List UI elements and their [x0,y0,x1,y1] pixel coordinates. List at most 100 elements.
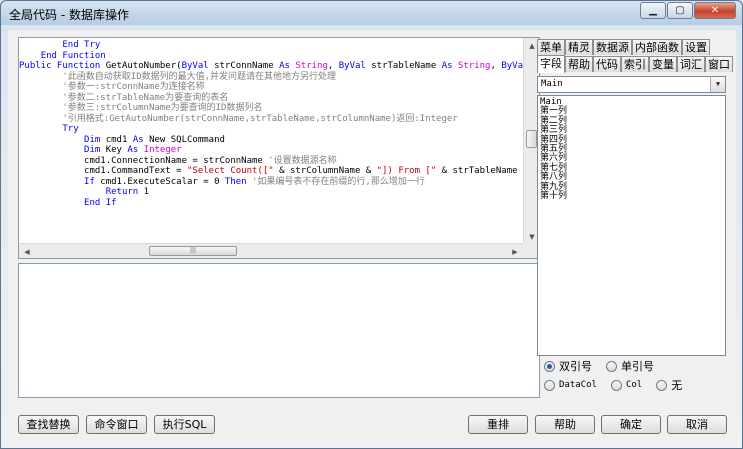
list-item[interactable]: 第七列 [540,163,725,173]
code-line[interactable]: Dim Key As Integer [19,145,523,156]
code-line[interactable]: End Try [19,40,523,51]
code-line[interactable]: Public Function GetAutoNumber( ByVal strC… [19,61,523,72]
code-token: cmd1.ExecuteScalar = 0 [100,176,225,187]
table-select[interactable]: Main ▼ [537,76,726,93]
code-token: End If [84,197,117,208]
exec-sql-button[interactable]: 执行SQL [154,415,215,434]
horizontal-scroll-thumb[interactable]: ||| [149,246,237,256]
ok-button[interactable]: 确定 [601,415,661,434]
list-item[interactable]: 第五列 [540,144,725,154]
code-line[interactable]: cmd1.CommandText = "Select Count([" & st… [19,166,523,177]
radio-on-icon[interactable] [544,360,555,372]
code-token: GetAutoNumber( [105,61,182,71]
vertical-scroll-thumb[interactable] [526,130,537,148]
code-token: Return [105,187,144,197]
chevron-down-icon[interactable]: ▼ [710,77,725,92]
list-item[interactable]: 第三列 [540,125,725,135]
tab-4[interactable]: 索引 [621,56,649,72]
code-token: cmd1.CommandText = [84,166,187,176]
code-line[interactable]: If cmd1.ExecuteScalar = 0 Then '如果编号表不存在… [19,177,523,188]
tab-3[interactable]: 代码 [593,56,621,72]
command-window-button[interactable]: 命令窗口 [86,415,147,434]
list-item[interactable]: 第九列 [540,182,725,192]
code-token: Integer [143,145,182,155]
tab-1[interactable]: 菜单 [537,39,565,55]
code-token: & strTableName & [441,166,523,176]
code-token: End Try [62,40,101,50]
radio-off-icon[interactable] [610,379,622,391]
code-line[interactable]: '此函数自动获取ID数据列的最大值,并发问题请在其他地方另行处理 [19,72,523,83]
list-item[interactable]: 第六列 [540,154,725,164]
code-text[interactable]: End Try End Function Public Function GetA… [19,38,523,244]
code-line[interactable]: Try [19,124,523,135]
radio-off-icon[interactable] [606,360,617,372]
output-pane[interactable] [18,263,540,398]
radio-double-quote[interactable]: 双引号 [544,358,592,374]
code-token: Then [224,176,253,187]
radio-none[interactable]: 无 [656,377,682,393]
tab-5[interactable]: 设置 [682,39,710,55]
code-line[interactable]: '参数一:strConnName为连接名称 [19,82,523,93]
close-icon: ✕ [710,5,720,16]
code-token: '参数三:strColumnName为要查询的ID数据列名 [62,103,263,113]
code-token: cmd1.ConnectionName = strConnName [84,155,269,166]
code-line[interactable]: '参数三:strColumnName为要查询的ID数据列名 [19,103,523,114]
radio-datacol[interactable]: DataCol [544,379,597,391]
scroll-right-icon[interactable]: ▶ [507,244,523,258]
minimize-button[interactable]: ▁ [640,2,666,19]
radio-off-icon[interactable] [656,379,668,391]
field-list[interactable]: Main 第一列 第二列 第三列 第四列 第五列 第六列 第七列 第八列 第九列 第十列 [537,95,726,356]
tab-4[interactable]: 内部函数 [632,39,682,55]
code-line[interactable]: '引用格式:GetAutoNumber(strConnName,strTable… [19,114,523,125]
code-token: cmd1 [105,134,133,145]
code-token: "Select Count([" [186,166,274,176]
code-editor[interactable]: End Try End Function Public Function GetA… [18,37,540,259]
tab-1[interactable]: 字段 [537,55,565,73]
tab-2[interactable]: 精灵 [565,39,593,55]
cancel-button[interactable]: 取消 [667,415,727,434]
list-item[interactable]: 第八列 [540,172,725,182]
list-item[interactable]: 第四列 [540,135,725,145]
code-token: '设置数据源名称 [268,155,337,166]
tab-3[interactable]: 数据源 [593,39,632,55]
code-token: String [295,61,328,71]
quote-options: 双引号 单引号 [544,358,668,374]
code-token: ByVal [338,61,372,71]
maximize-icon: ▢ [675,5,685,16]
code-token: '参数一:strConnName为连接名称 [62,82,205,92]
list-item[interactable]: 第十列 [540,191,725,201]
scroll-left-icon[interactable]: ◀ [19,244,35,258]
tab-7[interactable]: 窗口 [705,56,733,72]
code-token: Public Function [19,61,106,71]
reformat-button[interactable]: 重排 [468,415,528,434]
code-line[interactable]: cmd1.ConnectionName = strConnName '设置数据源… [19,156,523,167]
code-line[interactable]: '参数二:strTableName为要查询的表名 [19,93,523,104]
horizontal-scrollbar[interactable]: ◀ ||| ▶ [19,243,523,258]
code-line[interactable]: Return 1 [19,187,523,198]
radio-off-icon[interactable] [544,379,555,391]
list-item[interactable]: 第一列 [540,106,725,116]
list-item[interactable]: Main [540,97,725,107]
close-button[interactable]: ✕ [694,2,736,19]
tab-5[interactable]: 变量 [649,56,677,72]
radio-single-quote[interactable]: 单引号 [606,358,654,374]
title-bar[interactable]: 全局代码 - 数据库操作 ▁ ▢ ✕ [1,1,742,25]
code-line[interactable]: Dim cmd1 As New SQLCommand [19,135,523,146]
code-token: strConnName [214,61,280,71]
code-token: As [132,134,150,145]
tab-2[interactable]: 帮助 [565,56,593,72]
code-line[interactable]: End If [19,198,523,209]
list-item[interactable]: 第二列 [540,116,725,126]
tab-6[interactable]: 词汇 [677,56,705,72]
help-button[interactable]: 帮助 [535,415,595,434]
code-line[interactable]: End Function [19,51,523,62]
maximize-button[interactable]: ▢ [667,2,693,19]
find-replace-button[interactable]: 查找替换 [18,415,79,434]
code-token: '引用格式:GetAutoNumber(strConnName,strTable… [62,113,458,124]
radio-col[interactable]: Col [610,379,642,391]
